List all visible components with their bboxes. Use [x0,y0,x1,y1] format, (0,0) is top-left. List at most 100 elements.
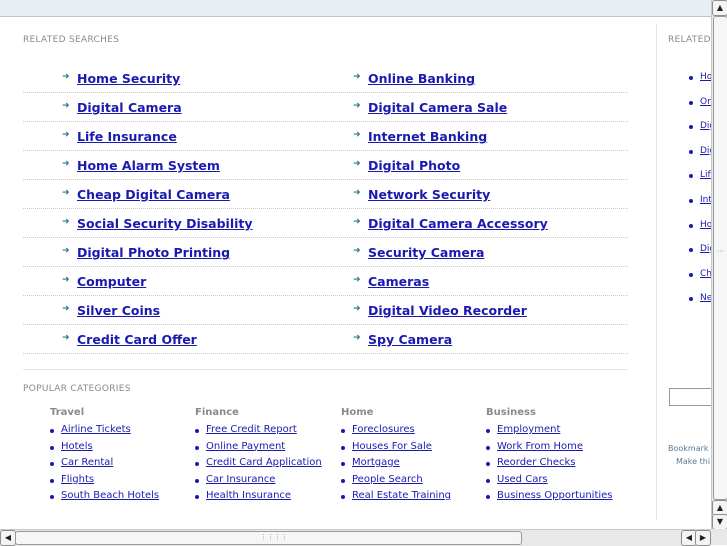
category-link[interactable]: Foreclosures [352,424,415,435]
arrow-right-icon: ➜ [353,275,361,285]
vertical-scrollbar[interactable]: ▲ ⋯ ▲ ▼ [711,0,727,530]
related-search-link[interactable]: Credit Card Offer [77,332,197,347]
related-search-link[interactable]: Security Camera [368,245,484,260]
arrow-right-icon: ➜ [62,130,70,140]
section-divider [23,369,628,370]
related-search-link[interactable]: Silver Coins [77,303,160,318]
related-row: ➜ Home Security ➜ Online Banking [23,63,628,93]
related-row: ➜ Cheap Digital Camera ➜ Network Security [23,179,628,209]
category-link[interactable]: Hotels [61,441,93,452]
related-search-link[interactable]: Life Insurance [77,129,177,144]
related-search-link[interactable]: Network Security [368,187,490,202]
vertical-scroll-thumb[interactable]: ⋯ [713,16,727,500]
scroll-left-button[interactable]: ◀ [0,530,16,546]
related-search-link[interactable]: Cheap Digital Camera [77,187,230,202]
bullet-icon [195,478,199,483]
related-search-link[interactable]: Cameras [368,274,429,289]
bullet-icon [486,495,490,499]
related-search-link[interactable]: Digital Video Recorder [368,303,527,318]
related-search-link[interactable]: Computer [77,274,146,289]
related-search-link[interactable]: Online Banking [368,71,475,86]
category-link[interactable]: Credit Card Application [206,457,322,468]
category-link[interactable]: South Beach Hotels [61,490,159,501]
related-search-link[interactable]: Home Alarm System [77,158,220,173]
category-link[interactable]: Work From Home [497,441,583,452]
bullet-icon [341,478,345,483]
arrow-right-icon: ➜ [353,188,361,198]
arrow-right-icon: ➜ [353,246,361,256]
bullet-icon [195,445,199,450]
make-homepage-text[interactable]: Make thi [676,457,710,466]
bullet-icon [689,297,693,302]
category-link[interactable]: Free Credit Report [206,424,297,435]
bullet-icon [341,429,345,433]
related-search-link[interactable]: Internet Banking [368,129,487,144]
related-row: ➜ Digital Camera ➜ Digital Camera Sale [23,92,628,122]
category-link[interactable]: Mortgage [352,457,400,468]
related-row: ➜ Home Alarm System ➜ Digital Photo [23,150,628,180]
related-search-link[interactable]: Digital Camera Accessory [368,216,548,231]
category-link[interactable]: Health Insurance [206,490,291,501]
category-link[interactable]: Employment [497,424,560,435]
related-row: ➜ Computer ➜ Cameras [23,266,628,296]
right-related-title: RELATED [668,35,711,45]
bullet-icon [689,199,693,203]
related-search-link[interactable]: Spy Camera [368,332,452,347]
bullet-icon [341,462,345,466]
arrow-right-icon: ➜ [353,72,361,82]
category-link[interactable]: Car Insurance [206,474,275,485]
arrow-right-icon: ➜ [62,159,70,169]
category-link[interactable]: Airline Tickets [61,424,131,435]
related-search-link[interactable]: Digital Camera [77,100,182,115]
bullet-icon [689,149,693,154]
category-link[interactable]: Houses For Sale [352,441,432,452]
bookmark-text[interactable]: Bookmark [668,444,709,453]
category-heading: Finance [195,407,239,418]
related-search-link[interactable]: Digital Camera Sale [368,100,507,115]
related-row: ➜ Social Security Disability ➜ Digital Came… [23,208,628,238]
scroll-down-button[interactable]: ▼ [712,514,727,530]
scroll-right-button[interactable]: ▶ [695,530,711,546]
bullet-icon [486,429,490,433]
related-row: ➜ Credit Card Offer ➜ Spy Camera [23,324,628,354]
arrow-right-icon: ➜ [62,304,70,314]
category-heading: Business [486,407,536,418]
related-row: ➜ Digital Photo Printing ➜ Security Camera [23,237,628,267]
arrow-right-icon: ➜ [62,101,70,111]
related-search-link[interactable]: Digital Photo Printing [77,245,230,260]
horizontal-scrollbar[interactable]: ◀ ⋮⋮⋮⋮ ◀ ▶ [0,529,711,546]
category-link[interactable]: Reorder Checks [497,457,575,468]
bullet-icon [689,76,693,80]
arrow-right-icon: ➜ [353,304,361,314]
bullet-icon [689,100,693,105]
bullet-icon [486,478,490,483]
category-link[interactable]: Online Payment [206,441,285,452]
arrow-right-icon: ➜ [353,101,361,111]
bullet-icon [486,462,490,466]
category-link[interactable]: Car Rental [61,457,113,468]
related-search-link[interactable]: Social Security Disability [77,216,253,231]
bullet-icon [486,445,490,450]
category-link[interactable]: Real Estate Training [352,490,451,501]
category-link[interactable]: Used Cars [497,474,548,485]
scroll-up-button[interactable]: ▲ [712,0,727,16]
arrow-right-icon: ➜ [62,246,70,256]
bullet-icon [689,174,693,179]
arrow-right-icon: ➜ [353,333,361,343]
arrow-right-icon: ➜ [353,159,361,169]
horizontal-scroll-thumb[interactable]: ⋮⋮⋮⋮ [15,531,522,545]
arrow-right-icon: ➜ [62,188,70,198]
related-search-link[interactable]: Digital Photo [368,158,460,173]
related-row: ➜ Life Insurance ➜ Internet Banking [23,121,628,151]
category-link[interactable]: Flights [61,474,94,485]
arrow-right-icon: ➜ [353,130,361,140]
category-link[interactable]: People Search [352,474,423,485]
related-row: ➜ Silver Coins ➜ Digital Video Recorder [23,295,628,325]
search-input[interactable] [669,388,712,406]
bullet-icon [195,462,199,466]
related-search-link[interactable]: Home Security [77,71,180,86]
category-link[interactable]: Business Opportunities [497,490,613,501]
bullet-icon [50,478,54,483]
top-bar [0,0,711,17]
bullet-icon [195,495,199,499]
